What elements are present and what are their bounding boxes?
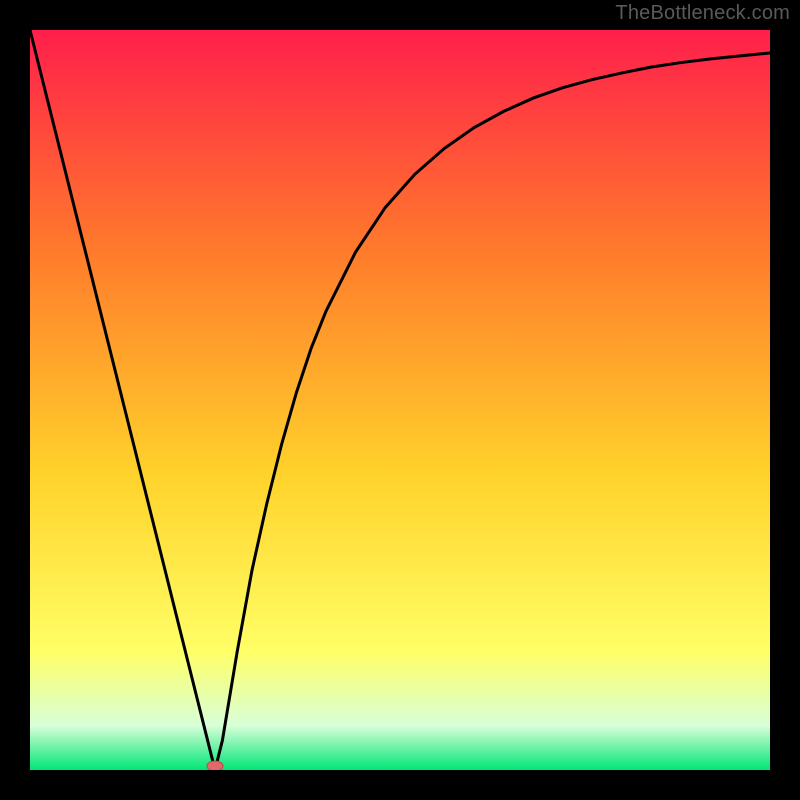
chart-frame: TheBottleneck.com — [0, 0, 800, 800]
plot-area — [30, 30, 770, 770]
plot-svg — [30, 30, 770, 770]
minimum-marker — [207, 761, 223, 770]
gradient-background — [30, 30, 770, 770]
attribution-label: TheBottleneck.com — [615, 2, 790, 25]
